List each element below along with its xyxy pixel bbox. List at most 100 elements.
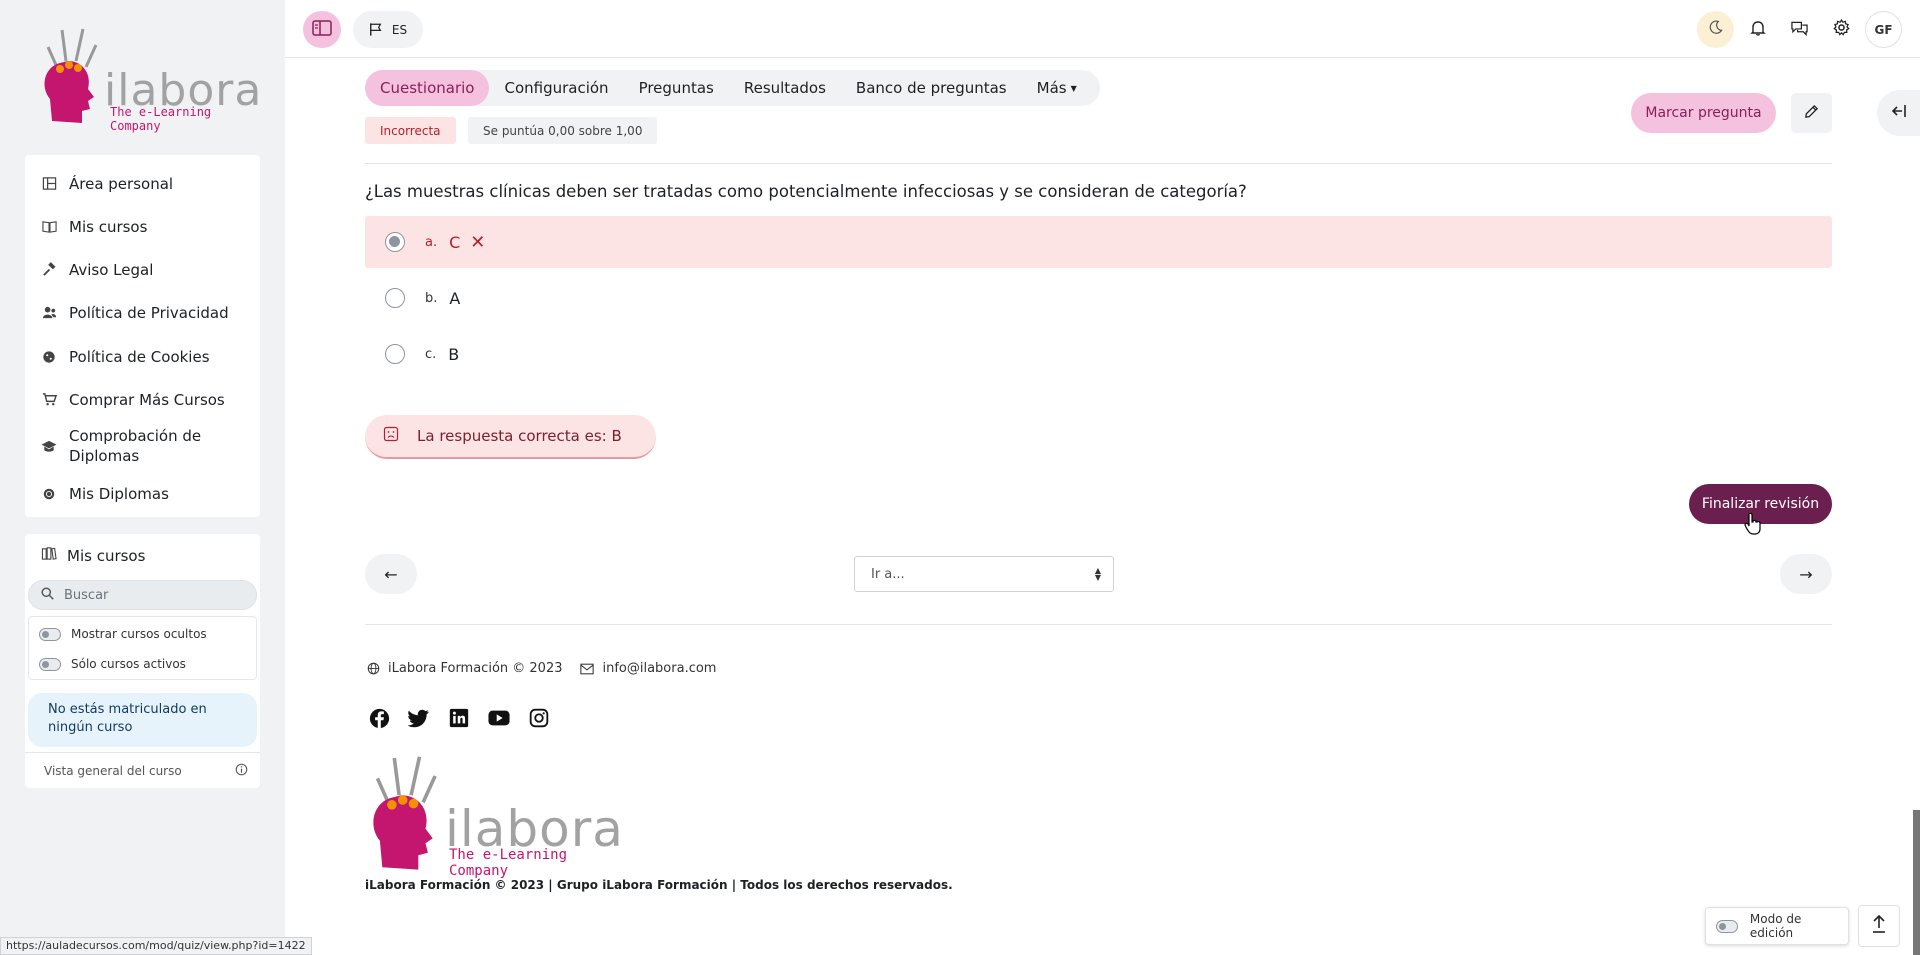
toggle-switch[interactable]: [1716, 919, 1738, 933]
select-value: Ir a...: [871, 566, 905, 582]
status-bar-url: https://auladecursos.com/mod/quiz/view.p…: [0, 937, 312, 955]
page-scrollbar[interactable]: [1913, 810, 1920, 955]
open-block-drawer-button[interactable]: [1877, 90, 1920, 136]
divider: [365, 624, 1832, 625]
sad-face-icon: [383, 426, 399, 446]
nav-item-comprar-cursos[interactable]: Comprar Más Cursos: [25, 382, 260, 417]
tab-resultados[interactable]: Resultados: [729, 70, 841, 106]
toggle-hidden-courses[interactable]: Mostrar cursos ocultos: [39, 627, 207, 641]
gavel-icon: [41, 262, 57, 278]
search-placeholder: Buscar: [64, 587, 109, 603]
bell-icon: [1749, 20, 1766, 40]
tab-banco-preguntas[interactable]: Banco de preguntas: [841, 70, 1022, 106]
nav-item-area-personal[interactable]: Área personal: [25, 166, 260, 201]
linkedin-icon[interactable]: [445, 706, 473, 730]
divider: [365, 163, 1832, 164]
certificate-icon: [41, 486, 57, 502]
logo-head-icon: [44, 28, 98, 123]
footer-company: iLabora Formación © 2023: [388, 661, 563, 676]
course-search-input[interactable]: Buscar: [28, 580, 257, 610]
my-courses-block: Mis cursos Buscar Mostrar cursos ocultos…: [25, 534, 260, 788]
nav-item-label: Política de Privacidad: [69, 303, 229, 322]
tab-configuracion[interactable]: Configuración: [489, 70, 623, 106]
moon-icon: [1708, 20, 1723, 39]
sidebar-toggle-button[interactable]: [303, 11, 341, 48]
answer-option-a[interactable]: a. C ✕: [365, 216, 1832, 268]
jump-to-select[interactable]: Ir a... ▲ ▼: [854, 556, 1114, 592]
primary-navigation: Área personal Mis cursos Aviso Legal Pol…: [25, 155, 260, 517]
nav-item-label: Aviso Legal: [69, 260, 154, 279]
brand-logo[interactable]: ilabora The e-Learning Company: [38, 25, 261, 133]
radio-button[interactable]: [385, 232, 405, 252]
arrow-left-icon: ←: [384, 564, 398, 584]
correct-answer-feedback: La respuesta correcta es: B: [365, 415, 656, 459]
previous-page-button[interactable]: ←: [365, 554, 417, 594]
toggle-switch[interactable]: [39, 627, 61, 641]
arrow-right-icon: →: [1799, 564, 1813, 584]
quiz-secondary-tabs: Cuestionario Configuración Preguntas Res…: [365, 70, 1100, 106]
facebook-icon[interactable]: [365, 706, 393, 730]
flag-question-button[interactable]: Marcar pregunta: [1631, 93, 1776, 133]
nav-item-mis-cursos[interactable]: Mis cursos: [25, 209, 260, 244]
answer-option-b[interactable]: b. A: [365, 272, 1832, 324]
cursor-pointer: [1744, 512, 1762, 540]
social-links: [365, 706, 565, 730]
answer-text: B: [448, 344, 460, 364]
toggle-active-courses[interactable]: Sólo cursos activos: [39, 657, 186, 671]
dashboard-icon: [41, 176, 57, 192]
answer-letter: a.: [425, 234, 438, 250]
youtube-icon[interactable]: [485, 706, 513, 730]
toggle-switch[interactable]: [39, 657, 61, 671]
mail-icon: [580, 663, 595, 675]
nav-item-label: Política de Cookies: [69, 347, 210, 366]
radio-button[interactable]: [385, 344, 405, 364]
instagram-icon[interactable]: [525, 706, 553, 730]
answer-option-c[interactable]: c. B: [365, 328, 1832, 380]
notifications-button[interactable]: [1739, 11, 1776, 48]
chat-icon: [1791, 20, 1808, 40]
user-avatar[interactable]: GF: [1865, 11, 1902, 48]
courses-icon: [41, 546, 57, 565]
twitter-icon[interactable]: [405, 706, 433, 730]
edit-question-button[interactable]: [1791, 93, 1832, 133]
empty-courses-alert: No estás matriculado en ningún curso: [28, 693, 257, 747]
dark-mode-button[interactable]: [1697, 11, 1734, 48]
tab-cuestionario[interactable]: Cuestionario: [365, 70, 490, 106]
radio-button[interactable]: [385, 288, 405, 308]
nav-item-politica-cookies[interactable]: Política de Cookies: [25, 339, 260, 374]
toggle-label: Mostrar cursos ocultos: [71, 627, 207, 641]
edit-mode-toggle[interactable]: Modo de edición: [1705, 907, 1849, 945]
answer-text: A: [449, 288, 461, 308]
globe-icon: [367, 662, 380, 675]
settings-button[interactable]: [1823, 11, 1860, 48]
nav-item-comprobacion-diplomas[interactable]: Comprobación de Diplomas: [25, 421, 260, 471]
language-selector[interactable]: ES: [353, 11, 423, 48]
footer-brand-logo: ilabora The e-Learning Company: [365, 752, 625, 879]
nav-item-mis-diplomas[interactable]: Mis Diplomas: [25, 476, 260, 511]
tab-mas[interactable]: Más ▼: [1022, 70, 1092, 106]
footer-email-link[interactable]: info@ilabora.com: [602, 661, 716, 676]
cart-icon: [41, 392, 57, 408]
graduation-icon: [41, 438, 57, 454]
footer-copyright: iLabora Formación © 2023 | Grupo iLabora…: [365, 878, 953, 892]
info-icon[interactable]: [235, 763, 248, 779]
users-icon: [41, 305, 57, 321]
next-page-button[interactable]: →: [1780, 554, 1832, 594]
logo-head-icon: [373, 756, 437, 870]
course-overview-link[interactable]: Vista general del curso: [25, 752, 260, 788]
caret-down-icon: ▼: [1070, 83, 1077, 93]
back-to-top-button[interactable]: [1858, 905, 1900, 947]
logo-tagline: The e-Learning Company: [110, 105, 212, 133]
top-navbar: ES GF: [285, 0, 1920, 58]
question-text: ¿Las muestras clínicas deben ser tratada…: [365, 182, 1247, 201]
drawer-open-icon: [1891, 103, 1907, 123]
feedback-text: La respuesta correcta es: B: [417, 427, 622, 445]
status-badge: Incorrecta: [365, 117, 456, 144]
nav-item-aviso-legal[interactable]: Aviso Legal: [25, 252, 260, 287]
overview-label: Vista general del curso: [44, 763, 182, 778]
messages-button[interactable]: [1781, 11, 1818, 48]
answer-letter: c.: [425, 346, 437, 362]
tab-preguntas[interactable]: Preguntas: [624, 70, 729, 106]
incorrect-icon: ✕: [470, 231, 486, 253]
nav-item-politica-privacidad[interactable]: Política de Privacidad: [25, 295, 260, 330]
